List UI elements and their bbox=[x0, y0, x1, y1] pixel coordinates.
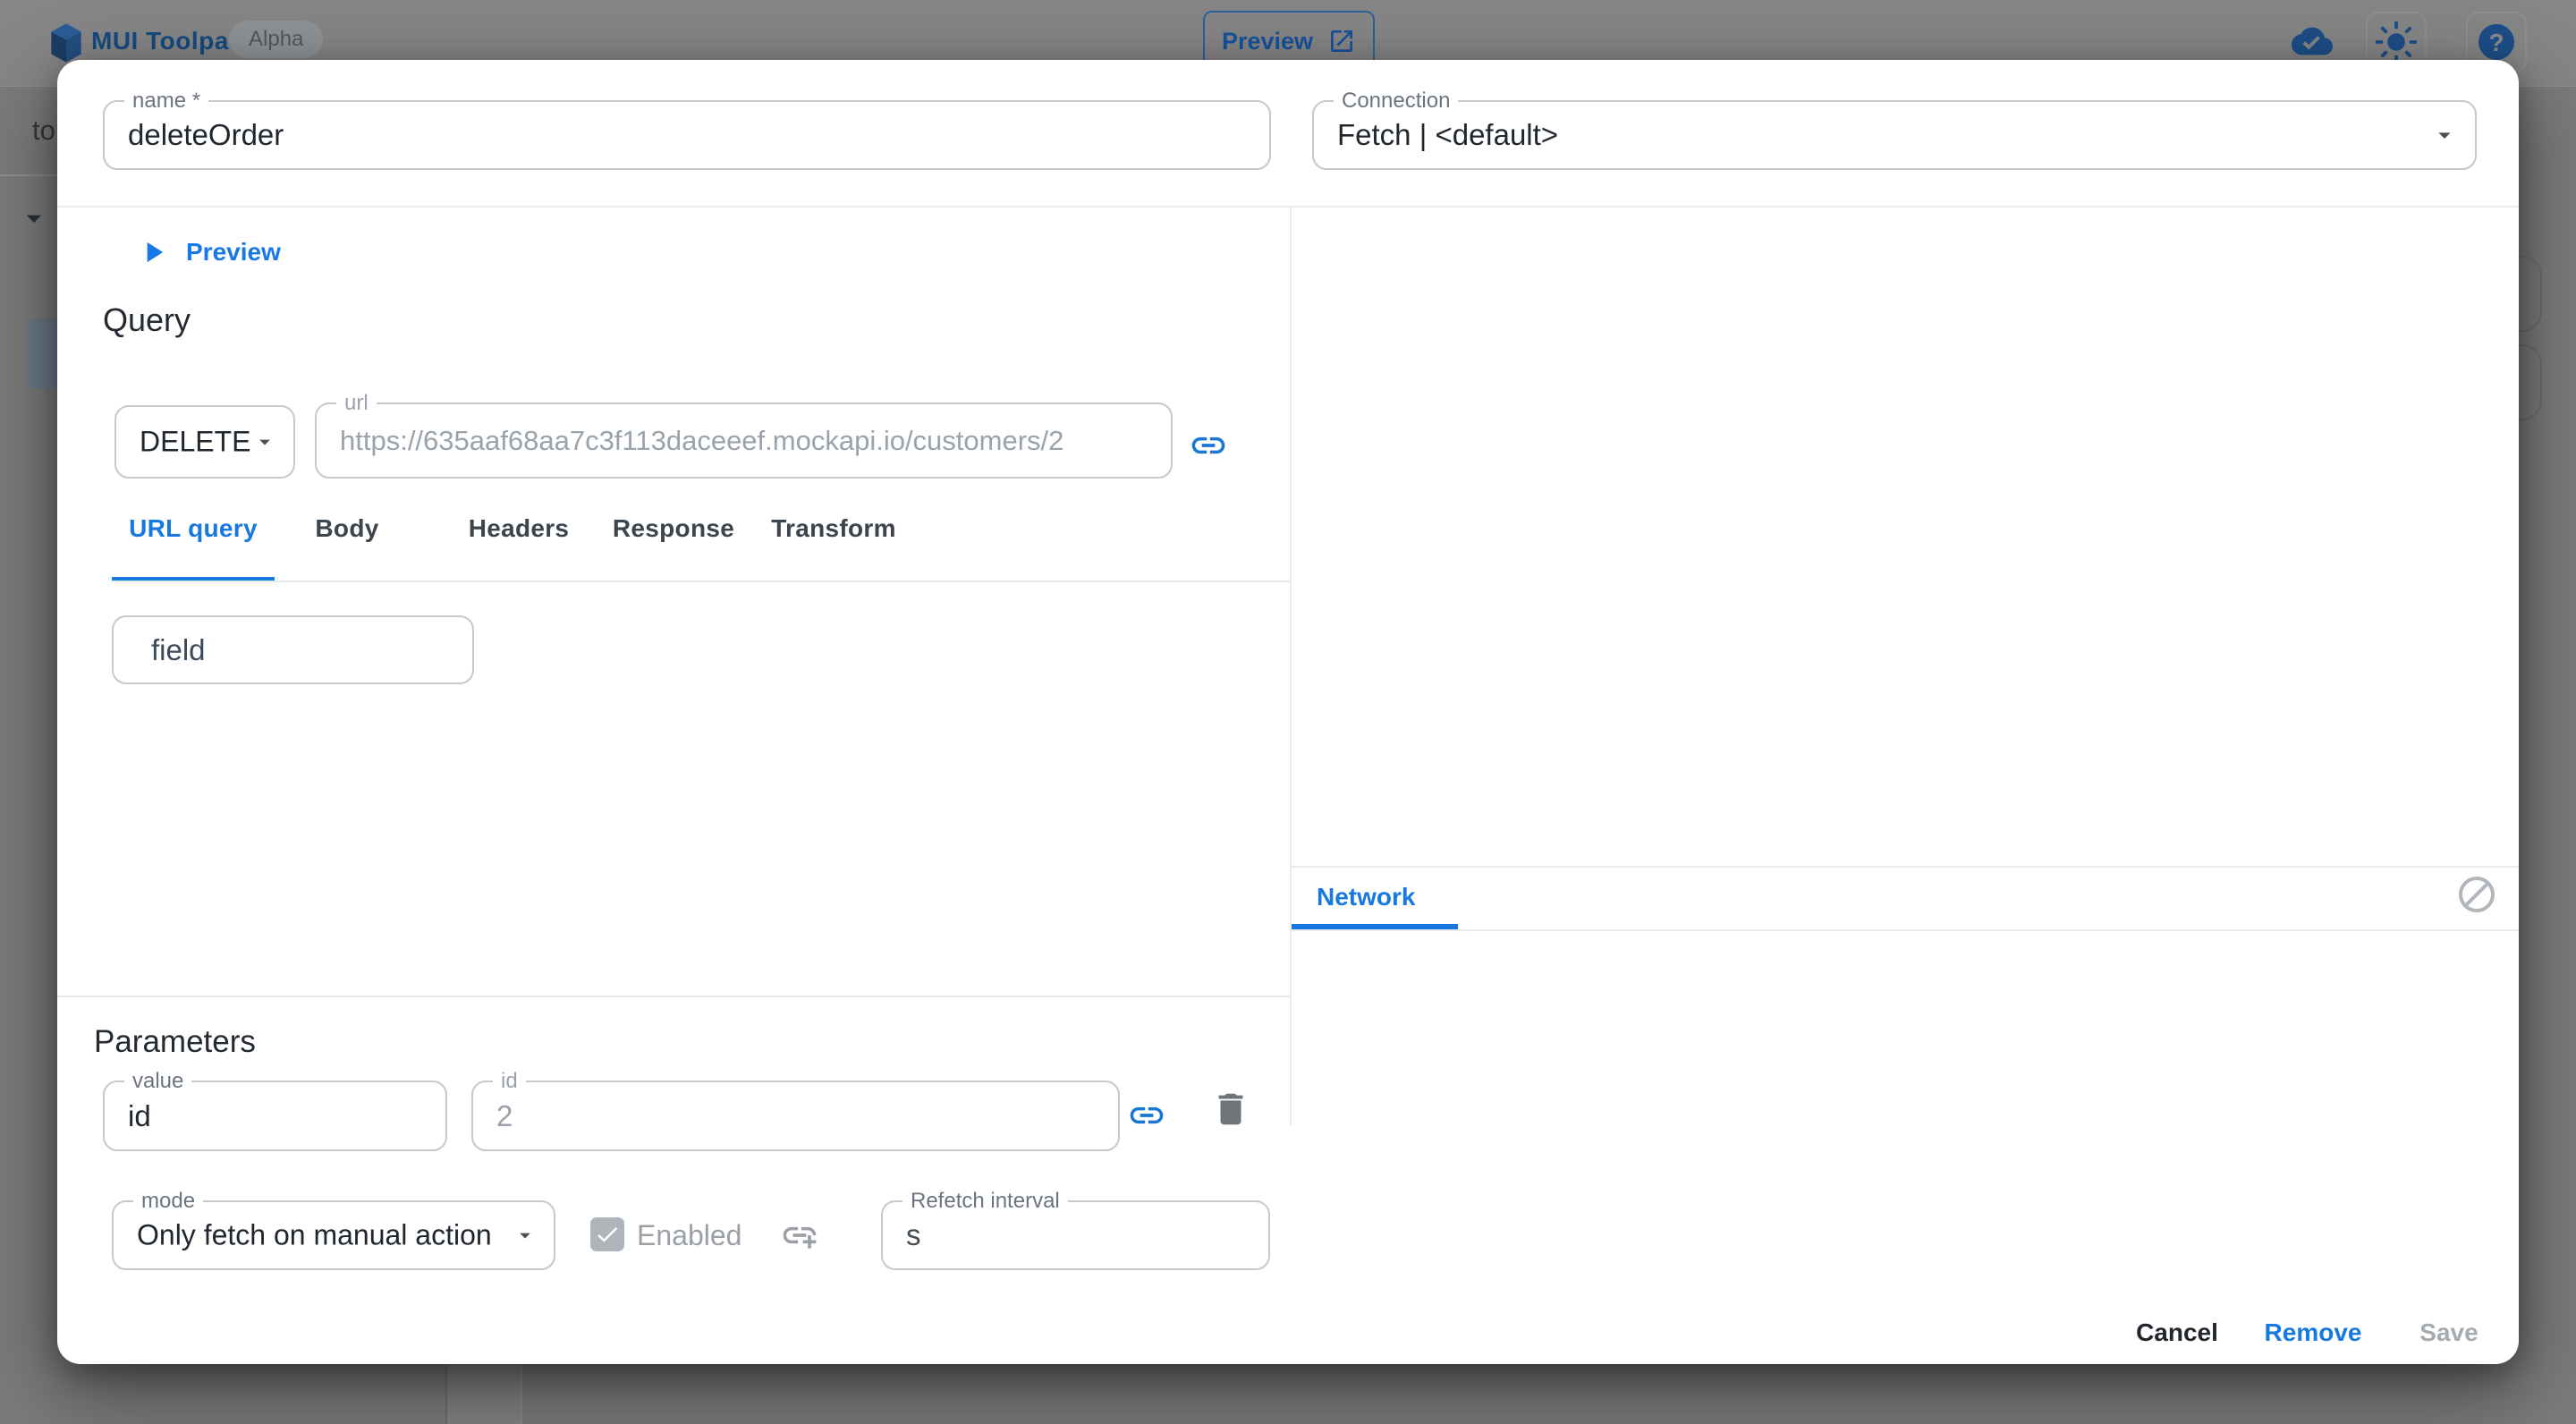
param-delete-trash-icon[interactable] bbox=[1210, 1089, 1251, 1130]
toolpad-logo bbox=[48, 21, 84, 64]
param-id-placeholder: 2 bbox=[496, 1099, 513, 1133]
http-method-value: DELETE bbox=[140, 426, 250, 459]
run-preview-button[interactable]: Preview bbox=[136, 235, 281, 269]
check-icon bbox=[594, 1221, 621, 1248]
version-badge: Alpha bbox=[229, 21, 323, 58]
header-divider bbox=[57, 206, 2519, 208]
add-link-icon[interactable] bbox=[780, 1216, 819, 1255]
param-id-field[interactable]: id 2 bbox=[471, 1081, 1120, 1151]
backdrop-collapse-caret-icon bbox=[16, 200, 52, 236]
svg-text:?: ? bbox=[2488, 29, 2504, 56]
tabs-divider bbox=[112, 581, 1290, 582]
network-panel-bottom-divider bbox=[1292, 929, 2519, 931]
connection-select[interactable]: Connection Fetch | <default> bbox=[1312, 100, 2477, 170]
parameters-heading: Parameters bbox=[94, 1024, 256, 1060]
network-panel-top-divider bbox=[1292, 866, 2519, 868]
query-name-field[interactable]: name * deleteOrder bbox=[103, 100, 1271, 170]
tab-transform[interactable]: Transform bbox=[771, 514, 896, 543]
remove-button[interactable]: Remove bbox=[2247, 1309, 2380, 1357]
dropdown-caret-icon bbox=[252, 429, 277, 454]
tab-headers[interactable]: Headers bbox=[469, 514, 570, 543]
url-placeholder: https://635aaf68aa7c3f113daceeef.mockapi… bbox=[340, 425, 1063, 457]
play-icon bbox=[136, 235, 170, 269]
query-editor-dialog: name * deleteOrder Connection Fetch | <d… bbox=[57, 60, 2519, 1364]
refetch-interval-label: Refetch interval bbox=[902, 1189, 1068, 1214]
url-query-field-input[interactable]: field bbox=[112, 615, 474, 684]
dropdown-caret-icon bbox=[513, 1223, 538, 1248]
enabled-checkbox-label[interactable]: Enabled bbox=[637, 1219, 741, 1252]
query-name-label: name * bbox=[124, 89, 208, 114]
connection-value: Fetch | <default> bbox=[1337, 118, 1558, 152]
cloud-done-icon[interactable] bbox=[2292, 23, 2333, 59]
connection-label: Connection bbox=[1334, 89, 1458, 114]
tab-response[interactable]: Response bbox=[613, 514, 734, 543]
backdrop-panel-seam bbox=[445, 1365, 522, 1424]
tab-url-query[interactable]: URL query bbox=[129, 514, 258, 543]
mode-value: Only fetch on manual action bbox=[137, 1219, 492, 1252]
query-name-value: deleteOrder bbox=[128, 118, 284, 152]
url-bind-link-icon[interactable] bbox=[1189, 426, 1228, 465]
sun-icon bbox=[2376, 21, 2417, 63]
dropdown-caret-icon bbox=[2430, 121, 2459, 149]
app-title: MUI Toolpad bbox=[91, 27, 244, 55]
param-id-label: id bbox=[493, 1069, 526, 1094]
param-value-label: value bbox=[124, 1069, 191, 1094]
help-icon: ? bbox=[2475, 21, 2518, 64]
http-method-select[interactable]: DELETE bbox=[114, 405, 295, 479]
query-heading: Query bbox=[103, 301, 191, 339]
param-value-field[interactable]: value id bbox=[103, 1081, 447, 1151]
backdrop-clipped-text: to bbox=[32, 114, 55, 147]
mode-select[interactable]: mode Only fetch on manual action bbox=[112, 1200, 555, 1270]
enabled-checkbox[interactable] bbox=[590, 1217, 624, 1251]
save-button: Save bbox=[2402, 1309, 2496, 1357]
mode-label: mode bbox=[133, 1189, 203, 1214]
param-bind-link-icon[interactable] bbox=[1127, 1096, 1166, 1135]
tab-body[interactable]: Body bbox=[315, 514, 378, 543]
url-label: url bbox=[336, 391, 377, 416]
clear-network-block-icon[interactable] bbox=[2455, 873, 2498, 916]
url-field[interactable]: url https://635aaf68aa7c3f113daceeef.moc… bbox=[315, 403, 1173, 479]
refetch-interval-field[interactable]: Refetch interval s bbox=[881, 1200, 1270, 1270]
refetch-interval-value: s bbox=[906, 1218, 921, 1252]
url-query-field-value: field bbox=[151, 633, 206, 667]
screen: MUI Toolpad Alpha Preview bbox=[0, 0, 2576, 1424]
tab-network[interactable]: Network bbox=[1317, 883, 1415, 911]
param-value-text: id bbox=[128, 1099, 151, 1133]
split-pane-divider[interactable] bbox=[1290, 206, 1292, 1125]
cancel-button[interactable]: Cancel bbox=[2118, 1309, 2236, 1357]
open-in-new-icon bbox=[1327, 27, 1356, 55]
left-panel-bottom-divider bbox=[57, 996, 1292, 997]
